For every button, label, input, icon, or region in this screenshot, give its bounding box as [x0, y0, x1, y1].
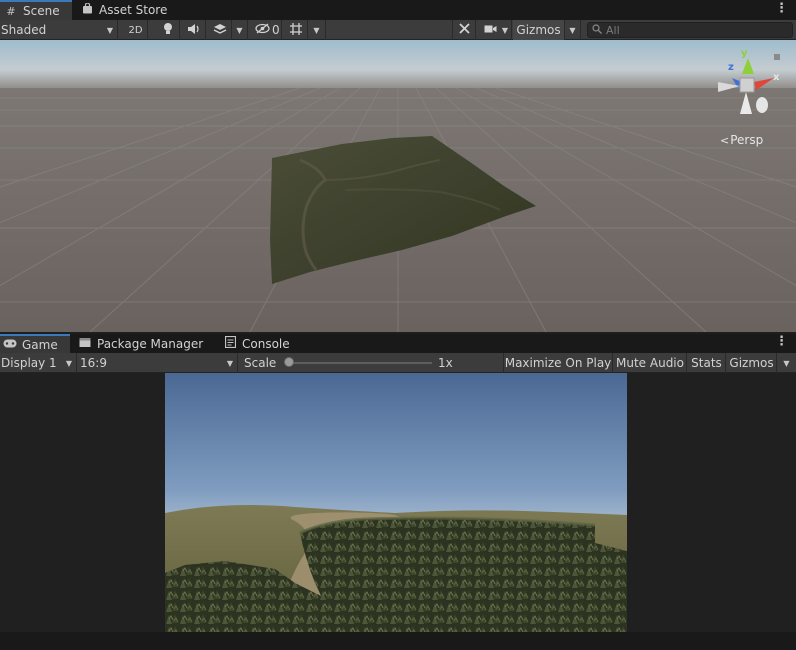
orientation-gizmo[interactable]: y x z — [710, 48, 782, 120]
axis-z-label: z — [728, 62, 734, 73]
effects-toggle[interactable] — [208, 20, 232, 40]
display-dropdown[interactable]: Display 1 ▼ — [0, 353, 77, 373]
scene-tab-bar: # Scene Asset Store ⋮ — [0, 0, 796, 20]
tab-asset-store-label: Asset Store — [99, 3, 168, 17]
scene-toolbar: Shaded ▼ 2D ▼ 0 ▼ ▼ Gizmos ▼ All — [0, 20, 796, 40]
scale-value: 1x — [438, 356, 453, 370]
tab-asset-store[interactable]: Asset Store — [80, 0, 170, 20]
tab-package-manager-label: Package Manager — [97, 336, 204, 351]
projection-label: Persp — [730, 133, 764, 147]
hidden-objects-count: 0 — [272, 23, 280, 37]
chevron-down-icon: ▼ — [313, 25, 320, 35]
scene-gizmos-label: Gizmos — [516, 23, 561, 37]
game-toolbar: Display 1 ▼ 16:9 ▼ Scale 1x Maximize On … — [0, 353, 796, 373]
chevron-down-icon: ▼ — [236, 25, 243, 35]
speaker-icon — [187, 23, 201, 38]
game-viewport[interactable] — [165, 373, 627, 632]
draw-mode-dropdown[interactable]: Shaded ▼ — [0, 20, 118, 40]
stats-toggle[interactable]: Stats — [688, 353, 726, 373]
tab-console-label: Console — [242, 336, 290, 351]
axis-y-label: y — [741, 48, 748, 59]
search-icon — [592, 23, 602, 37]
more-options-icon[interactable]: ⋮ — [775, 1, 788, 16]
chevron-down-icon: ▼ — [65, 358, 72, 368]
scene-gizmos-dropdown[interactable]: ▼ — [565, 20, 581, 40]
scene-search-input[interactable]: All — [587, 22, 793, 38]
tab-scene[interactable]: # Scene — [0, 0, 72, 20]
maximize-on-play-label: Maximize On Play — [504, 356, 612, 370]
aspect-ratio-dropdown[interactable]: 16:9 ▼ — [78, 353, 238, 373]
chevron-down-icon: ▼ — [226, 358, 233, 368]
chevron-down-icon: ▼ — [783, 358, 790, 368]
effects-layers-icon — [213, 23, 227, 38]
tab-package-manager[interactable]: Package Manager — [78, 334, 208, 353]
more-options-icon[interactable]: ⋮ — [775, 334, 788, 349]
bottom-strip — [0, 632, 796, 650]
display-label: Display 1 — [1, 356, 57, 370]
lighting-toggle[interactable] — [156, 20, 180, 40]
grid-hash-icon: # — [6, 4, 16, 18]
tools-button[interactable] — [452, 20, 476, 40]
console-icon — [223, 335, 237, 351]
effects-dropdown[interactable]: ▼ — [232, 20, 248, 40]
chevron-down-icon: ▼ — [569, 25, 576, 35]
game-tab-bar: Game Package Manager Console ⋮ — [0, 334, 796, 353]
search-placeholder: All — [606, 23, 620, 37]
grid-dropdown[interactable]: ▼ — [308, 20, 326, 40]
tab-game-label: Game — [22, 337, 58, 352]
scale-label: Scale — [244, 356, 277, 370]
gamepad-icon — [3, 338, 17, 351]
game-gizmos-button[interactable]: Gizmos — [727, 353, 777, 373]
mute-audio-toggle[interactable]: Mute Audio — [614, 353, 687, 373]
toggle-2d-button[interactable]: 2D — [124, 20, 148, 40]
toggle-2d-label: 2D — [128, 24, 143, 36]
axis-x-label: x — [773, 72, 780, 83]
tab-scene-label: Scene — [23, 4, 60, 18]
aspect-ratio-label: 16:9 — [80, 356, 107, 370]
eye-slash-icon — [255, 23, 270, 37]
draw-mode-label: Shaded — [1, 23, 47, 37]
scene-viewport[interactable]: y x z < Persp — [0, 40, 796, 332]
projection-toggle[interactable]: < Persp — [720, 133, 763, 147]
tab-console[interactable]: Console — [223, 334, 303, 353]
light-bulb-icon — [162, 22, 174, 38]
scale-slider-track — [286, 362, 432, 364]
scene-gizmos-button[interactable]: Gizmos — [513, 20, 565, 40]
chevron-left-icon: < — [720, 133, 730, 147]
grid-toggle[interactable] — [284, 20, 308, 40]
tab-game[interactable]: Game — [0, 334, 70, 353]
package-icon — [78, 337, 92, 351]
chevron-down-icon: ▼ — [501, 25, 508, 35]
grid-icon — [289, 22, 303, 39]
wrench-tools-icon — [458, 22, 471, 38]
scale-slider-knob[interactable] — [284, 357, 294, 367]
hidden-objects-toggle[interactable]: 0 — [252, 20, 282, 40]
game-gizmos-dropdown[interactable]: ▼ — [777, 353, 796, 373]
mute-audio-label: Mute Audio — [616, 356, 684, 370]
game-gizmos-label: Gizmos — [729, 356, 774, 370]
scale-slider[interactable] — [284, 353, 434, 373]
camera-icon — [484, 23, 497, 37]
audio-toggle[interactable] — [182, 20, 206, 40]
chevron-down-icon: ▼ — [106, 25, 113, 35]
maximize-on-play-toggle[interactable]: Maximize On Play — [503, 353, 613, 373]
stats-label: Stats — [691, 356, 722, 370]
shopping-bag-icon — [80, 2, 94, 17]
camera-settings-dropdown[interactable]: ▼ — [480, 20, 512, 40]
